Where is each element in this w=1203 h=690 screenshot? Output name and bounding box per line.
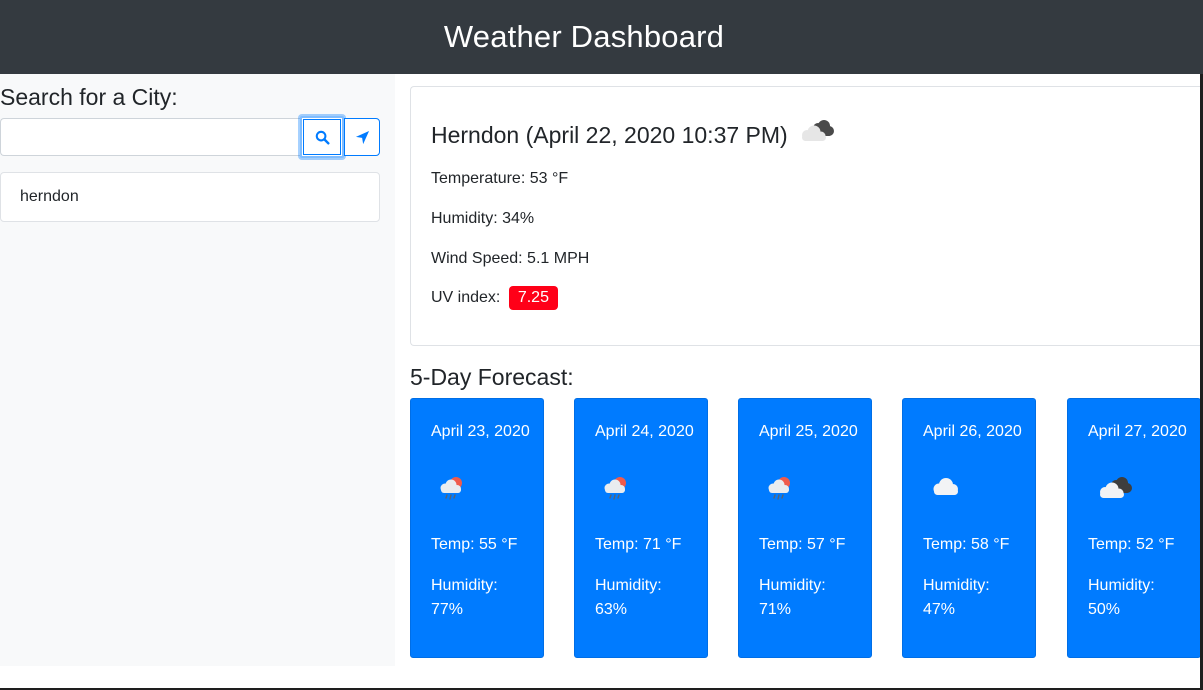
city-search-input[interactable] (0, 118, 300, 156)
rain-sun-icon (437, 475, 467, 506)
forecast-humidity: Humidity: 63% (595, 577, 662, 618)
history-item[interactable]: herndon (0, 172, 380, 222)
rain-sun-icon (601, 475, 631, 506)
forecast-heading: 5-Day Forecast: (410, 364, 574, 390)
current-uv-index: UV index: 7.25 (431, 286, 558, 310)
forecast-temp: Temp: 71 °F (595, 536, 682, 553)
forecast-card: April 24, 2020 Temp: 71 °F Humidity: 63% (574, 398, 708, 658)
forecast-humidity: Humidity: 50% (1088, 577, 1155, 618)
forecast-humidity: Humidity: 47% (923, 577, 990, 618)
forecast-card: April 25, 2020 Temp: 57 °F Humidity: 71% (738, 398, 872, 658)
uv-index-label: UV index: (431, 289, 501, 307)
app-header: Weather Dashboard (0, 0, 1203, 74)
page-title: Weather Dashboard (443, 19, 725, 54)
uv-index-badge: 7.25 (508, 286, 558, 310)
forecast-card: April 26, 2020 Temp: 58 °F Humidity: 47% (902, 398, 1036, 658)
search-icon (315, 130, 330, 145)
forecast-date: April 24, 2020 (595, 423, 694, 440)
rain-sun-icon (765, 475, 795, 506)
forecast-humidity: Humidity: 71% (759, 577, 826, 618)
sidebar: Search for a City: herndon (0, 74, 395, 666)
forecast-temp: Temp: 52 °F (1088, 536, 1175, 553)
current-city-heading: Herndon (April 22, 2020 10:37 PM) (431, 117, 836, 153)
forecast-card: April 27, 2020 Temp: 52 °F Humidity: 50% (1067, 398, 1201, 658)
forecast-card: April 23, 2020 Temp: 55 °F Humidity: 77% (410, 398, 544, 658)
forecast-date: April 23, 2020 (431, 423, 530, 440)
current-humidity: Humidity: 34% (431, 210, 535, 227)
forecast-date: April 25, 2020 (759, 423, 858, 440)
forecast-temp: Temp: 55 °F (431, 536, 518, 553)
forecast-humidity: Humidity: 77% (431, 577, 498, 618)
location-arrow-icon (355, 130, 369, 144)
search-button[interactable] (300, 116, 344, 158)
current-temperature: Temperature: 53 °F (431, 170, 569, 187)
cloud-icon (929, 475, 963, 504)
current-weather-card: Herndon (April 22, 2020 10:37 PM) Temper… (410, 86, 1203, 346)
forecast-temp: Temp: 58 °F (923, 536, 1010, 553)
forecast-date: April 26, 2020 (923, 423, 1022, 440)
broken-clouds-icon (1094, 475, 1134, 508)
current-city-title: Herndon (April 22, 2020 10:37 PM) (431, 121, 788, 148)
current-wind-speed: Wind Speed: 5.1 MPH (431, 250, 590, 267)
current-location-button[interactable] (344, 118, 380, 156)
forecast-temp: Temp: 57 °F (759, 536, 846, 553)
forecast-date: April 27, 2020 (1088, 423, 1187, 440)
broken-clouds-icon (796, 117, 836, 153)
search-heading: Search for a City: (0, 84, 178, 110)
